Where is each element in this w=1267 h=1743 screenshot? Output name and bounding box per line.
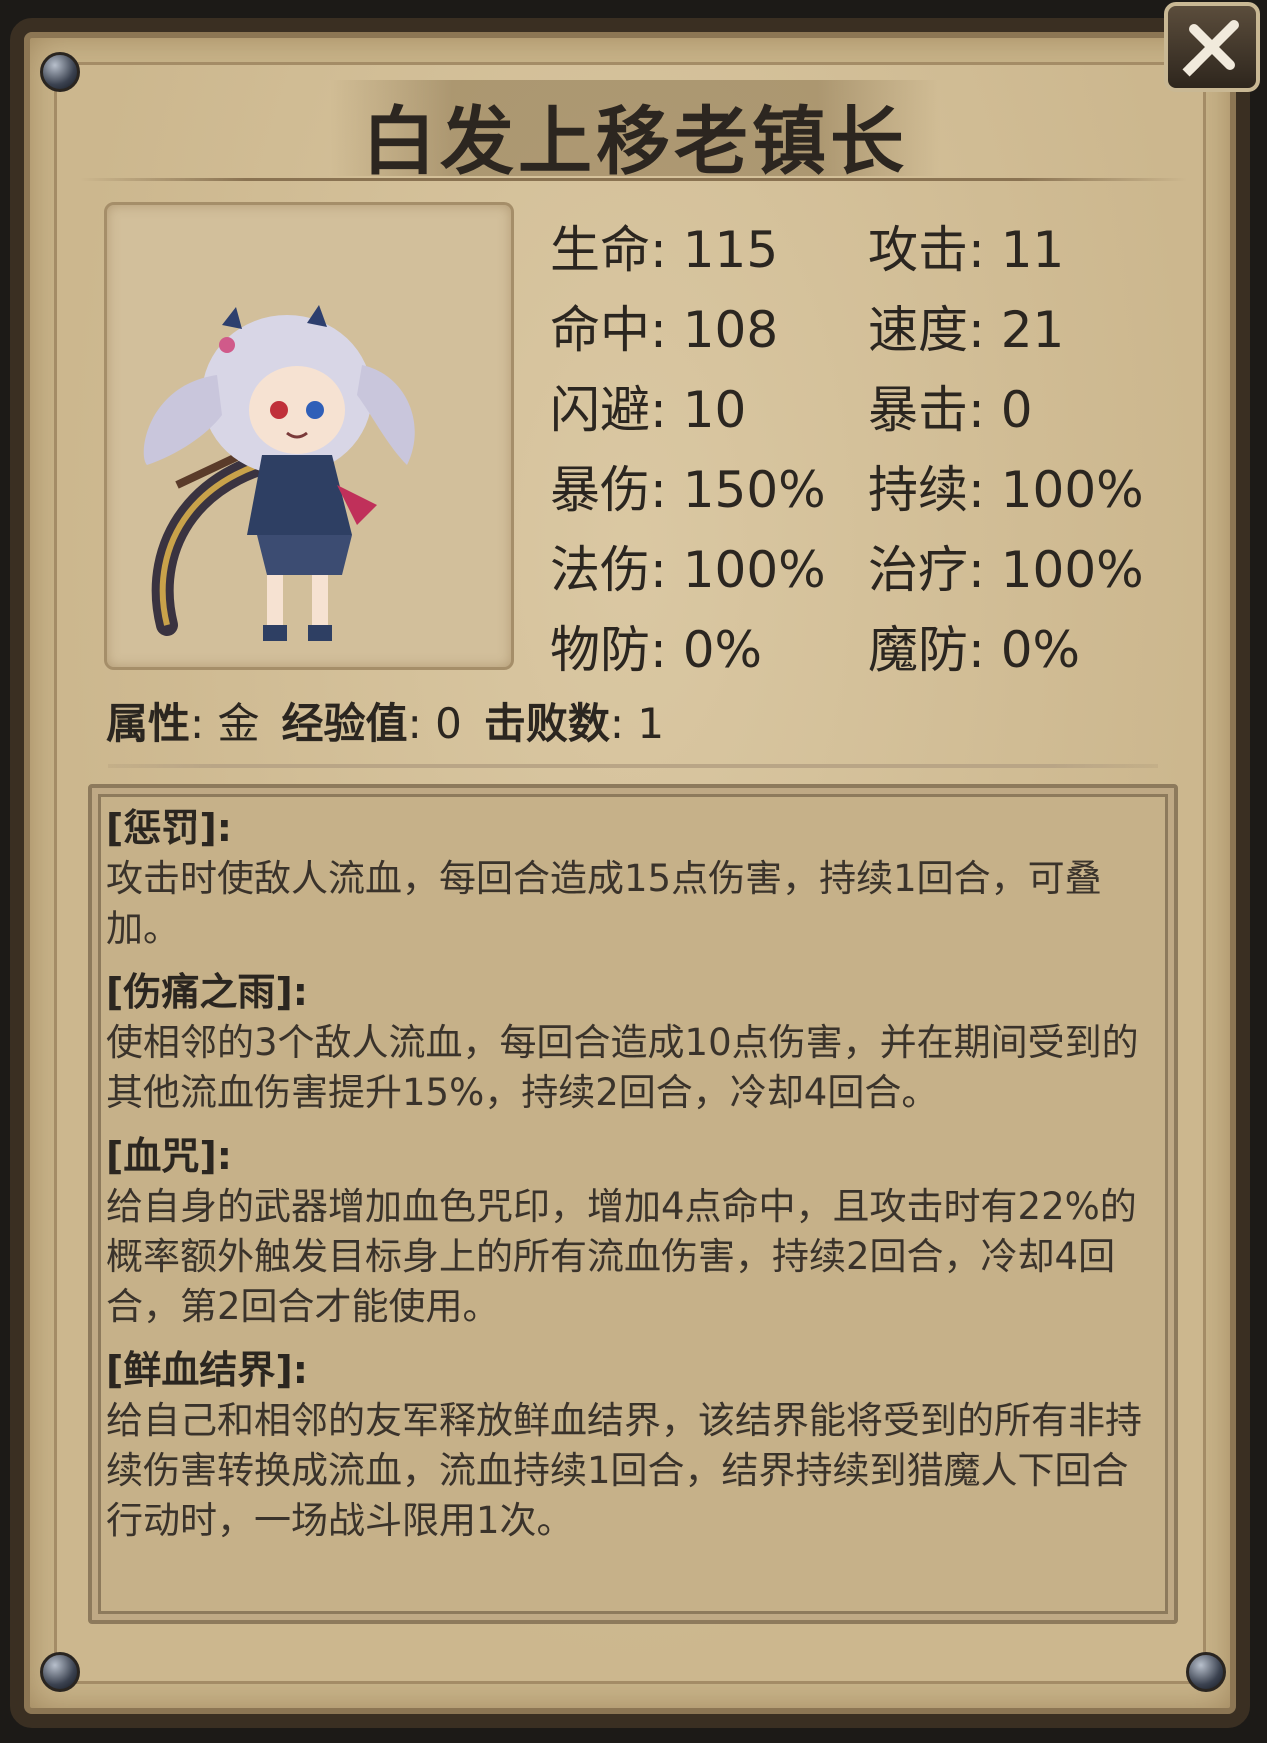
title-divider <box>80 178 1187 181</box>
rivet-bottom-right <box>1186 1652 1226 1692</box>
defeats-label: 击败数 <box>483 699 610 748</box>
stat-accuracy: 命中: 108 <box>550 301 779 359</box>
skill-item: [血咒]: 给自身的武器增加血色咒印，增加4点命中，且攻击时有22%的概率额外触… <box>106 1130 1146 1332</box>
rivet-bottom-left <box>40 1652 80 1692</box>
rivet-top-left <box>40 52 80 92</box>
character-avatar-icon <box>143 305 415 641</box>
close-button[interactable] <box>1164 2 1260 92</box>
skills-list: [惩罚]: 攻击时使敌人流血，每回合造成15点伤害，持续1回合，可叠加。 [伤痛… <box>106 798 1146 1558</box>
skill-item: [鲜血结界]: 给自己和相邻的友军释放鲜血结界，该结界能将受到的所有非持续伤害转… <box>106 1344 1146 1546</box>
stat-speed: 速度: 21 <box>868 301 1065 359</box>
close-swords-icon <box>1182 20 1239 77</box>
skill-item: [伤痛之雨]: 使相邻的3个敌人流血，每回合造成10点伤害，并在期间受到的其他流… <box>106 966 1146 1118</box>
skill-description: 使相邻的3个敌人流血，每回合造成10点伤害，并在期间受到的其他流血伤害提升15%… <box>106 1021 1139 1114</box>
character-portrait <box>104 202 514 670</box>
defeats-value: 1 <box>637 699 665 748</box>
character-name-title: 白发上移老镇长 <box>362 99 908 185</box>
stat-crit-damage: 暴伤: 150% <box>550 461 826 519</box>
stat-crit: 暴击: 0 <box>868 381 1033 439</box>
attribute-label: 属性 <box>106 699 191 748</box>
attribute-value: 金 <box>217 699 260 748</box>
stat-hp: 生命: 115 <box>550 221 779 279</box>
skill-description: 给自身的武器增加血色咒印，增加4点命中，且攻击时有22%的概率额外触发目标身上的… <box>106 1185 1137 1328</box>
skill-name: [血咒]: <box>106 1134 232 1178</box>
stat-healing: 治疗: 100% <box>868 541 1144 599</box>
skill-description: 攻击时使敌人流血，每回合造成15点伤害，持续1回合，可叠加。 <box>106 857 1102 950</box>
stat-duration: 持续: 100% <box>868 461 1144 519</box>
stat-dodge: 闪避: 10 <box>550 381 747 439</box>
skill-name: [鲜血结界]: <box>106 1348 308 1392</box>
exp-label: 经验值 <box>281 699 408 748</box>
stat-magic-damage: 法伤: 100% <box>550 541 826 599</box>
exp-value: 0 <box>435 699 462 748</box>
stat-magic-defense: 魔防: 0% <box>868 621 1081 679</box>
meta-divider <box>108 764 1158 768</box>
skill-description: 给自己和相邻的友军释放鲜血结界，该结界能将受到的所有非持续伤害转换成流血，流血持… <box>106 1399 1142 1542</box>
stat-attack: 攻击: 11 <box>868 221 1065 279</box>
skill-name: [伤痛之雨]: <box>106 970 308 1014</box>
skill-item: [惩罚]: 攻击时使敌人流血，每回合造成15点伤害，持续1回合，可叠加。 <box>106 802 1146 954</box>
skill-name: [惩罚]: <box>106 806 232 850</box>
character-meta-line: 属性: 金经验值: 0 击败数: 1 <box>106 699 665 748</box>
stat-physical-defense: 物防: 0% <box>550 621 763 679</box>
